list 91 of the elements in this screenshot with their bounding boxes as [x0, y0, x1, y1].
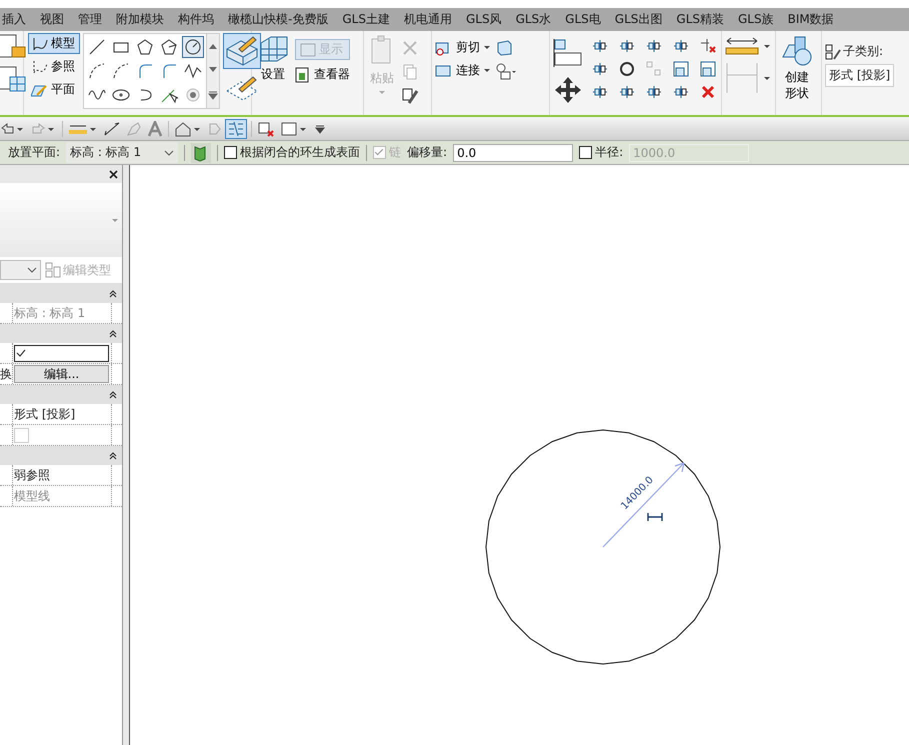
mode-button[interactable]: 参照	[28, 56, 80, 77]
plane-pencil-icon	[225, 35, 259, 67]
ribbon-tab[interactable]: 橄榄山快模-免费版	[221, 11, 336, 28]
collapse-icon	[109, 452, 117, 460]
property-checkbox[interactable]	[14, 344, 109, 362]
undo-icon[interactable]	[0, 120, 26, 136]
text-icon[interactable]	[147, 120, 163, 136]
edit-button[interactable]: 编辑...	[14, 365, 109, 383]
ribbon-tab[interactable]: GLS水	[508, 11, 558, 28]
dimension-toggle-icon[interactable]	[647, 512, 663, 522]
ribbon-tab[interactable]: GLS出图	[608, 11, 670, 28]
chevron-down-icon	[27, 267, 37, 273]
circle-tool[interactable]	[182, 36, 204, 58]
mode-button[interactable]: 模型	[28, 33, 80, 54]
line-icon	[88, 38, 106, 56]
dimension-icon[interactable]	[103, 120, 121, 136]
house-icon[interactable]	[174, 120, 202, 136]
surface-checkbox[interactable]: 根据闭合的环生成表面	[224, 144, 360, 161]
property-value: 弱参照	[14, 466, 50, 484]
placement-label: 放置平面:	[8, 144, 60, 161]
ribbon-tab[interactable]: GLS土建	[335, 11, 397, 28]
workplane-viewer-icon[interactable]	[191, 142, 212, 162]
arc-icon	[88, 62, 106, 80]
mode-button[interactable]: 平面	[28, 79, 80, 100]
property-value: 形式 [投影]	[14, 406, 76, 422]
ref-line-icon	[31, 58, 49, 74]
point-icon	[184, 86, 202, 104]
caret-icon[interactable]	[763, 44, 771, 48]
checkmark-icon	[15, 347, 27, 359]
scroll-up-icon[interactable]	[208, 42, 218, 50]
delete-icon[interactable]	[699, 83, 717, 101]
placement-dropdown[interactable]: 标高 : 标高 1	[66, 142, 178, 163]
thin-lines-icon[interactable]	[226, 120, 246, 138]
circle-icon	[184, 38, 202, 56]
collapse-icon	[109, 330, 117, 338]
edit-type-icon	[45, 262, 61, 278]
cut-geometry-button[interactable]: 剪切	[435, 39, 491, 56]
ribbon-tab[interactable]: 插入	[0, 11, 33, 28]
viewer-icon	[295, 66, 311, 82]
set-button[interactable]: 设置	[255, 33, 291, 85]
property-value: 模型线	[14, 488, 50, 504]
subcategory-icon	[825, 44, 841, 60]
polygon-icon	[136, 38, 154, 56]
offset-label: 偏移量:	[407, 144, 448, 161]
redo-icon[interactable]	[31, 120, 57, 136]
ribbon-tab[interactable]: 附加模块	[109, 11, 171, 28]
close-windows-icon[interactable]	[257, 120, 275, 136]
ribbon-tab[interactable]: GLS精装	[669, 11, 731, 28]
subcategory-dropdown[interactable]: 形式 [投影]	[825, 64, 894, 87]
collapse-icon	[109, 390, 117, 398]
ribbon-tab[interactable]: 机电通用	[396, 11, 459, 28]
ribbon-tab[interactable]: 视图	[33, 11, 71, 28]
ribbon-tab[interactable]: 管理	[71, 11, 109, 28]
caret-icon	[378, 90, 386, 95]
move-icon[interactable]	[553, 75, 583, 105]
caret-icon	[483, 68, 491, 73]
polygon2-icon	[160, 38, 178, 56]
viewer-button[interactable]: 查看器	[295, 66, 350, 83]
grid-icon[interactable]	[0, 65, 26, 93]
model-line-icon	[31, 36, 49, 52]
offset-field[interactable]: 0.0	[453, 144, 574, 162]
property-value: 标高 : 标高 1	[14, 304, 86, 322]
box-icon[interactable]	[495, 39, 513, 57]
ribbon-tab[interactable]: 构件坞	[171, 11, 221, 28]
ribbon-tab[interactable]: GLS电	[558, 11, 608, 28]
shapes-icon	[781, 35, 813, 67]
spline-icon	[184, 62, 202, 80]
join-geometry-button[interactable]: 连接	[435, 62, 491, 79]
radius-checkbox[interactable]: 半径:	[579, 144, 624, 161]
match-properties-icon[interactable]	[401, 87, 419, 105]
join-geometry-icon	[435, 62, 453, 78]
create-form-button[interactable]: 创建形状	[779, 33, 815, 104]
align-icon[interactable]	[553, 39, 583, 69]
rotate-icon[interactable]	[618, 60, 636, 78]
property-label: 换	[0, 366, 12, 382]
ribbon-tab[interactable]: BIM数据	[780, 11, 841, 28]
splitter-bar[interactable]	[123, 165, 130, 745]
ribbon-tab[interactable]: GLS族	[731, 11, 781, 28]
caret-icon	[483, 45, 491, 50]
subcategory-label: 子类别:	[843, 43, 884, 60]
show-plane-icon	[300, 42, 316, 56]
collapse-icon	[109, 290, 117, 298]
expand-icon[interactable]	[208, 90, 218, 100]
caret-icon	[111, 218, 119, 222]
arc-icon	[112, 62, 130, 80]
close-icon[interactable]	[109, 170, 118, 178]
ribbon-tab[interactable]: GLS风	[458, 11, 509, 28]
sketch-plane-tool[interactable]	[223, 33, 261, 69]
scroll-down-icon[interactable]	[208, 66, 218, 74]
chevron-down-icon	[164, 150, 174, 156]
caret-icon[interactable]	[763, 76, 771, 80]
